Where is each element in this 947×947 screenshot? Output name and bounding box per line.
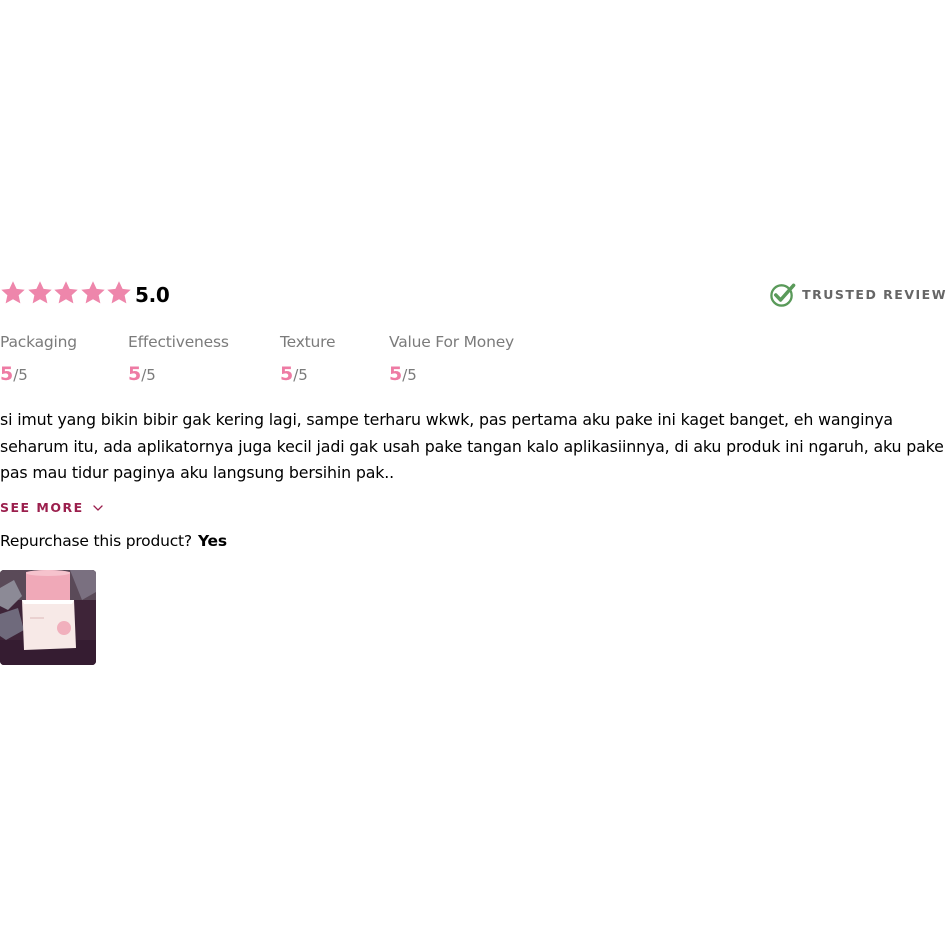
criteria-ratings: Packaging 5/5 Effectiveness 5/5 Texture … bbox=[0, 333, 600, 393]
check-badge-icon bbox=[769, 281, 796, 308]
review-card: 5.0 TRUSTED REVIEW Packaging 5/5 Effecti… bbox=[0, 278, 947, 665]
see-more-button[interactable]: SEE MORE bbox=[0, 500, 104, 515]
see-more-label: SEE MORE bbox=[0, 500, 84, 515]
star-icon bbox=[27, 280, 54, 306]
rating-row: 5.0 TRUSTED REVIEW bbox=[0, 278, 947, 310]
review-photo-thumbnail[interactable] bbox=[0, 570, 96, 665]
criterion-score: 5/5 bbox=[0, 363, 77, 385]
criterion-label: Packaging bbox=[0, 333, 77, 351]
criterion-value-for-money: Value For Money 5/5 bbox=[389, 333, 514, 385]
product-photo-image bbox=[0, 570, 96, 665]
star-icon bbox=[80, 280, 107, 306]
criterion-score-max: /5 bbox=[293, 366, 308, 384]
star-rating bbox=[0, 280, 133, 306]
repurchase-answer: Yes bbox=[197, 532, 227, 550]
star-icon bbox=[0, 280, 27, 306]
trusted-review-label: TRUSTED REVIEW bbox=[802, 287, 947, 302]
criterion-score-max: /5 bbox=[13, 366, 28, 384]
criterion-score-value: 5 bbox=[280, 363, 294, 385]
criterion-score: 5/5 bbox=[128, 363, 229, 385]
star-icon bbox=[53, 280, 80, 306]
criterion-score-value: 5 bbox=[128, 363, 142, 385]
review-body-text: si imut yang bikin bibir gak kering lagi… bbox=[0, 410, 944, 482]
trusted-review-badge: TRUSTED REVIEW bbox=[769, 281, 947, 308]
star-icon bbox=[106, 280, 133, 306]
rating-score: 5.0 bbox=[135, 283, 170, 307]
criterion-label: Texture bbox=[280, 333, 336, 351]
criterion-label: Effectiveness bbox=[128, 333, 229, 351]
criterion-packaging: Packaging 5/5 bbox=[0, 333, 77, 385]
criterion-score: 5/5 bbox=[280, 363, 335, 385]
criterion-score-value: 5 bbox=[389, 363, 403, 385]
repurchase-info: Repurchase this product? Yes bbox=[0, 532, 227, 550]
criterion-score-max: /5 bbox=[141, 366, 156, 384]
chevron-down-icon bbox=[92, 502, 104, 514]
criterion-score-max: /5 bbox=[402, 366, 417, 384]
criterion-score: 5/5 bbox=[389, 363, 514, 385]
criterion-score-value: 5 bbox=[0, 363, 14, 385]
criterion-texture: Texture 5/5 bbox=[280, 333, 336, 385]
repurchase-question: Repurchase this product? bbox=[0, 532, 192, 550]
criterion-label: Value For Money bbox=[389, 333, 515, 351]
criterion-effectiveness: Effectiveness 5/5 bbox=[128, 333, 229, 385]
